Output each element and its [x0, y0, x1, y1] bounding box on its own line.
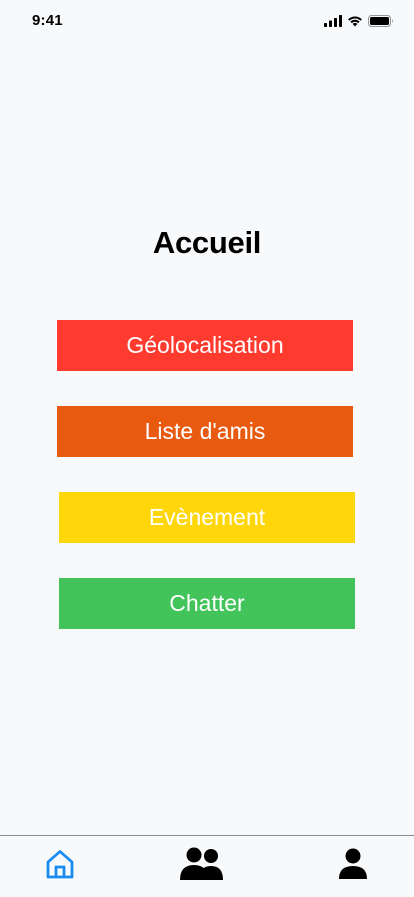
- chat-button[interactable]: Chatter: [59, 578, 355, 629]
- friends-list-button[interactable]: Liste d'amis: [57, 406, 353, 457]
- status-time: 9:41: [32, 12, 63, 29]
- home-icon: [43, 847, 77, 886]
- tab-friends[interactable]: [170, 836, 234, 896]
- tab-bar: [0, 835, 414, 897]
- tab-profile[interactable]: [323, 836, 383, 896]
- tab-home[interactable]: [30, 836, 90, 896]
- geolocation-button[interactable]: Géolocalisation: [57, 320, 353, 371]
- event-button[interactable]: Evènement: [59, 492, 355, 543]
- page-title: Accueil: [152, 225, 262, 260]
- status-icons: [324, 14, 394, 32]
- profile-icon: [337, 847, 369, 886]
- wifi-icon: [347, 14, 363, 32]
- signal-icon: [324, 14, 342, 32]
- friends-icon: [177, 846, 227, 887]
- status-bar: 9:41: [0, 0, 414, 44]
- battery-icon: [368, 14, 394, 32]
